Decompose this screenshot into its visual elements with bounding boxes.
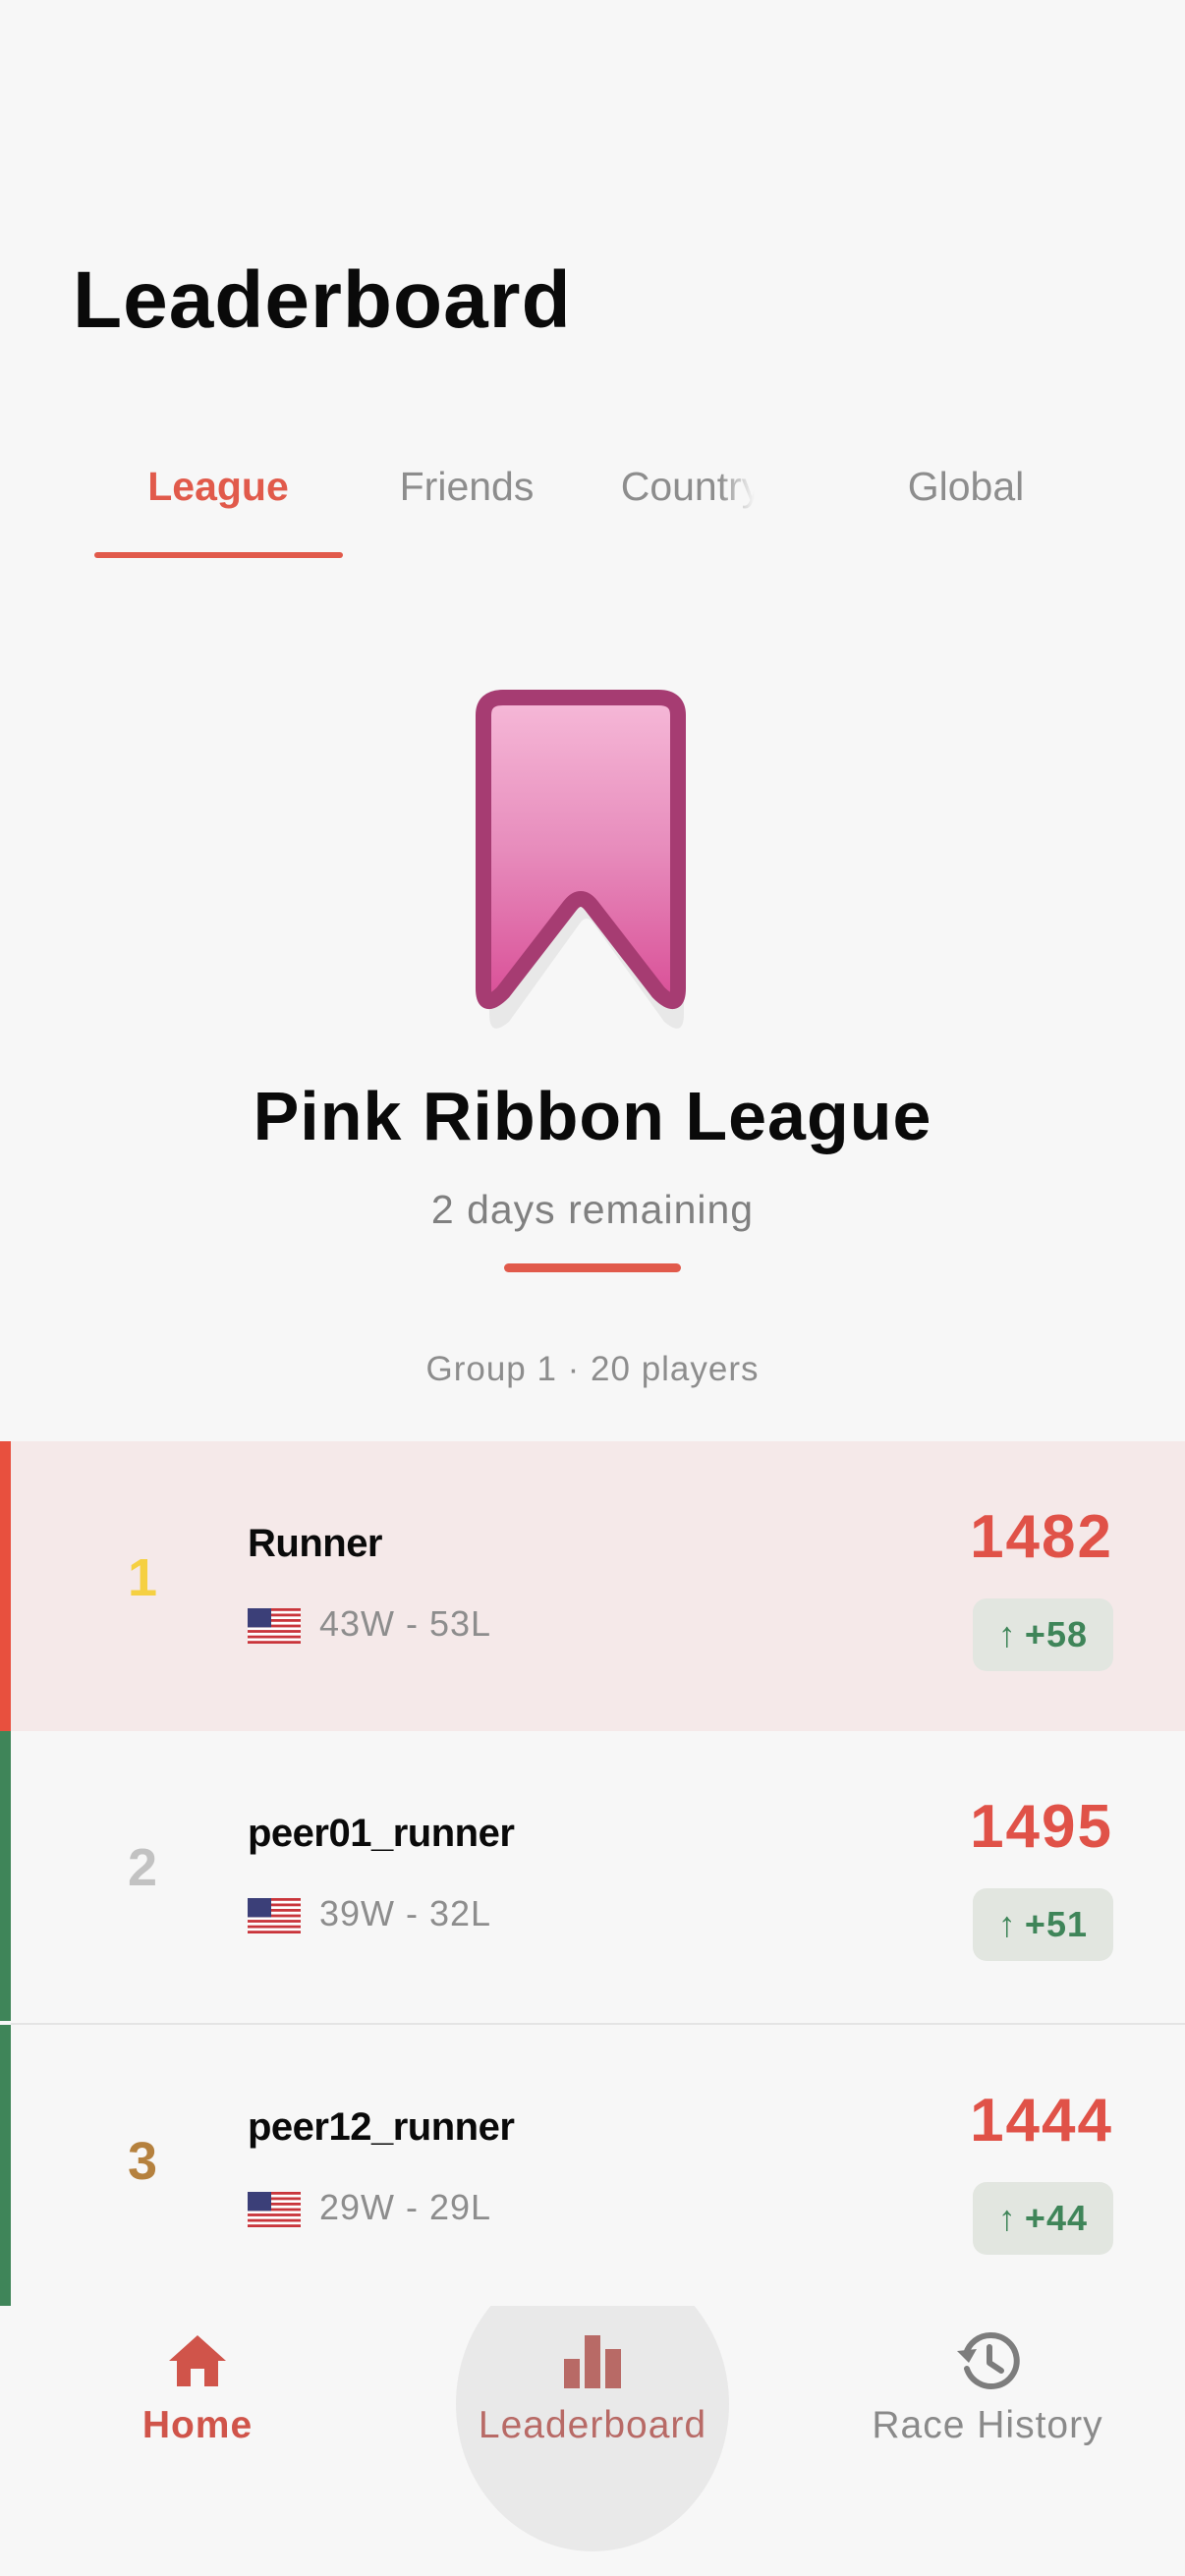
nav-item-race-history[interactable]: Race History: [790, 2306, 1185, 2502]
leaderboard-tabs: League Friends Country Global: [0, 432, 1185, 560]
leaderboard-list[interactable]: 1 Runner 43W - 53L 1482 ↑ +58 2 peer01_ru…: [0, 1441, 1185, 2306]
us-flag-icon: [248, 1608, 301, 1644]
days-remaining: 2 days remaining: [430, 1187, 755, 1232]
leaderboard-row-current-user[interactable]: 1 Runner 43W - 53L 1482 ↑ +58: [0, 1441, 1185, 1731]
nav-label: Race History: [872, 2404, 1103, 2446]
page-title: Leaderboard: [73, 255, 572, 345]
row-stripe: [0, 1731, 11, 2021]
nav-item-leaderboard[interactable]: Leaderboard: [395, 2306, 790, 2502]
arrow-up-icon: ↑: [997, 2198, 1017, 2238]
tab-friends[interactable]: Friends: [343, 432, 591, 560]
player-name: peer12_runner: [248, 2105, 515, 2149]
win-loss-record: 43W - 53L: [319, 1603, 492, 1644]
arrow-up-icon: ↑: [997, 1614, 1017, 1654]
bar-chart-icon: [564, 2335, 621, 2388]
win-loss-record: 29W - 29L: [319, 2187, 492, 2227]
player-name: Runner: [248, 1522, 383, 1565]
player-score: 1482: [970, 1503, 1113, 1571]
row-stripe: [0, 2025, 11, 2306]
win-loss-record: 39W - 32L: [319, 1893, 492, 1933]
remaining-indicator: [504, 1263, 681, 1272]
player-score: 1444: [970, 2087, 1113, 2155]
leaderboard-row[interactable]: 2 peer01_runner 39W - 32L 1495 ↑ +51: [0, 1731, 1185, 2021]
arrow-up-icon: ↑: [997, 1904, 1017, 1944]
us-flag-icon: [248, 2192, 301, 2227]
player-name: peer01_runner: [248, 1812, 515, 1855]
nav-label: Leaderboard: [478, 2404, 707, 2446]
us-flag-icon: [248, 1898, 301, 1933]
ribbon-badge-icon: [476, 690, 686, 1029]
score-change-badge: ↑ +58: [972, 1598, 1113, 1671]
score-change-badge: ↑ +44: [972, 2182, 1113, 2255]
tab-indicator: [94, 552, 343, 558]
rank-number: 1: [127, 1548, 158, 1607]
tab-league[interactable]: League: [94, 432, 342, 560]
rank-number: 3: [127, 2132, 158, 2191]
score-change-badge: ↑ +51: [972, 1888, 1113, 1961]
nav-label: Home: [141, 2404, 254, 2446]
tab-country[interactable]: Country: [591, 432, 792, 560]
nav-item-home[interactable]: Home: [0, 2306, 395, 2502]
leaderboard-row[interactable]: 3 peer12_runner 29W - 29L 1444 ↑ +44: [0, 2025, 1185, 2306]
history-icon: [957, 2331, 1020, 2389]
row-stripe: [0, 1441, 11, 1731]
home-icon: [169, 2335, 226, 2386]
rank-number: 2: [127, 1838, 158, 1897]
bottom-navigation: Home Leaderboard Race History: [0, 2306, 1185, 2576]
player-score: 1495: [970, 1793, 1113, 1861]
group-info: Group 1 · 20 players: [425, 1350, 760, 1388]
league-name: Pink Ribbon League: [253, 1078, 932, 1154]
tab-global[interactable]: Global: [842, 432, 1090, 560]
